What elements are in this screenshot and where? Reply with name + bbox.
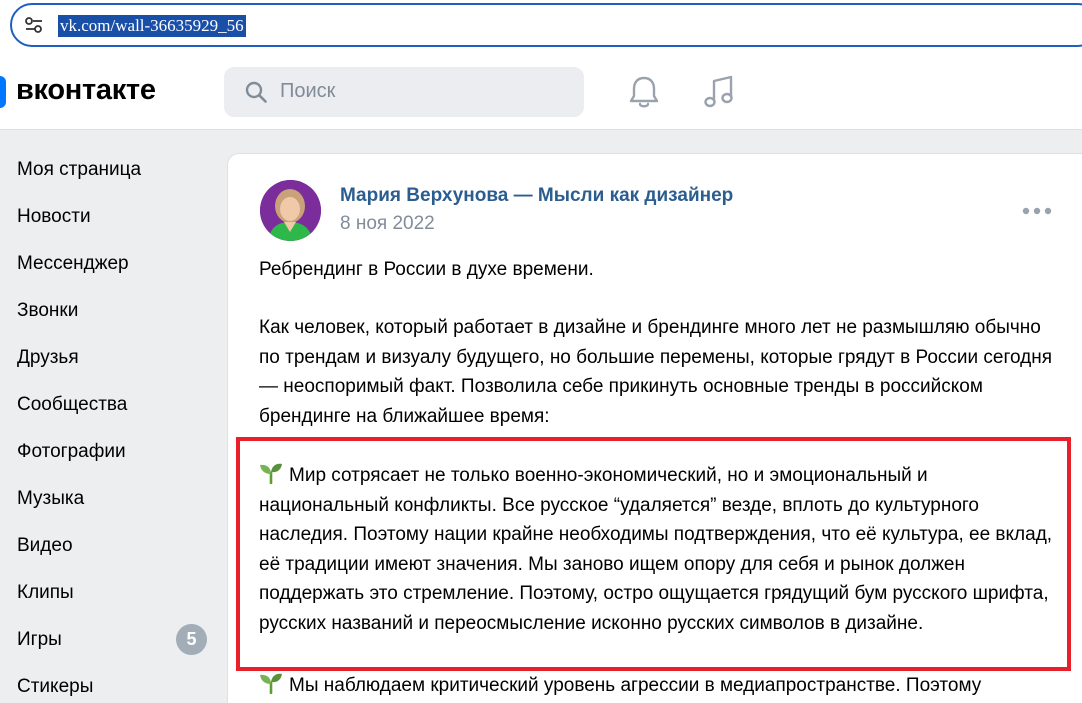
post-paragraph-4: Мы наблюдаем критический уровень агресси…: [259, 671, 1059, 701]
browser-address-bar: vk.com/wall-36635929_56: [0, 0, 1082, 52]
sidebar-item-clips[interactable]: Клипы: [0, 569, 220, 616]
post-date[interactable]: 8 ноя 2022: [340, 213, 435, 235]
vk-logo-icon[interactable]: [0, 76, 6, 108]
url-field[interactable]: vk.com/wall-36635929_56: [10, 3, 1082, 47]
sidebar-item-friends[interactable]: Друзья: [0, 334, 220, 381]
sidebar-item-calls[interactable]: Звонки: [0, 287, 220, 334]
left-sidebar: Моя страница Новости Мессенджер Звонки Д…: [0, 146, 220, 703]
sidebar-item-label: Игры: [17, 628, 62, 650]
post-paragraph-4-text: Мы наблюдаем критический уровень агресси…: [289, 675, 982, 696]
sidebar-item-label: Клипы: [17, 581, 74, 603]
sidebar-item-label: Новости: [17, 205, 91, 227]
sidebar-item-games[interactable]: Игры 5: [0, 616, 220, 663]
more-options-icon[interactable]: [1022, 207, 1052, 215]
sidebar-item-label: Фотографии: [17, 440, 126, 462]
search-placeholder: Поиск: [280, 80, 336, 102]
sidebar-item-label: Видео: [17, 534, 73, 556]
sidebar-item-photos[interactable]: Фотографии: [0, 428, 220, 475]
avatar-photo-icon: [260, 180, 321, 241]
search-input[interactable]: Поиск: [224, 67, 584, 117]
sidebar-item-video[interactable]: Видео: [0, 522, 220, 569]
sidebar-item-label: Моя страница: [17, 158, 142, 180]
search-icon: [245, 81, 267, 103]
sidebar-item-communities[interactable]: Сообщества: [0, 381, 220, 428]
author-avatar[interactable]: [260, 180, 321, 241]
red-highlight-box: [236, 437, 1071, 671]
site-settings-icon[interactable]: [24, 16, 44, 34]
sidebar-item-news[interactable]: Новости: [0, 193, 220, 240]
sidebar-item-my-page[interactable]: Моя страница: [0, 146, 220, 193]
url-text[interactable]: vk.com/wall-36635929_56: [58, 15, 246, 37]
post-paragraph-2: Как человек, который работает в дизайне …: [259, 317, 1053, 427]
sidebar-item-label: Сообщества: [17, 393, 128, 415]
post-author-link[interactable]: Мария Верхунова — Мысли как дизайнер: [340, 185, 733, 207]
sidebar-item-label: Звонки: [17, 299, 79, 321]
logo-text[interactable]: вконтакте: [16, 74, 156, 107]
games-count-badge: 5: [176, 624, 207, 655]
sidebar-item-label: Мессенджер: [17, 252, 129, 274]
music-icon[interactable]: [702, 74, 736, 110]
sidebar-item-stickers[interactable]: Стикеры: [0, 663, 220, 703]
sidebar-item-label: Друзья: [17, 346, 79, 368]
sidebar-item-label: Музыка: [17, 487, 85, 509]
sidebar-item-label: Стикеры: [17, 675, 94, 697]
sidebar-item-messenger[interactable]: Мессенджер: [0, 240, 220, 287]
sprout-emoji-icon: [260, 673, 282, 694]
bell-icon[interactable]: [627, 74, 661, 110]
post-paragraph-1: Ребрендинг в России в духе времени.: [259, 259, 594, 280]
sidebar-item-music[interactable]: Музыка: [0, 475, 220, 522]
